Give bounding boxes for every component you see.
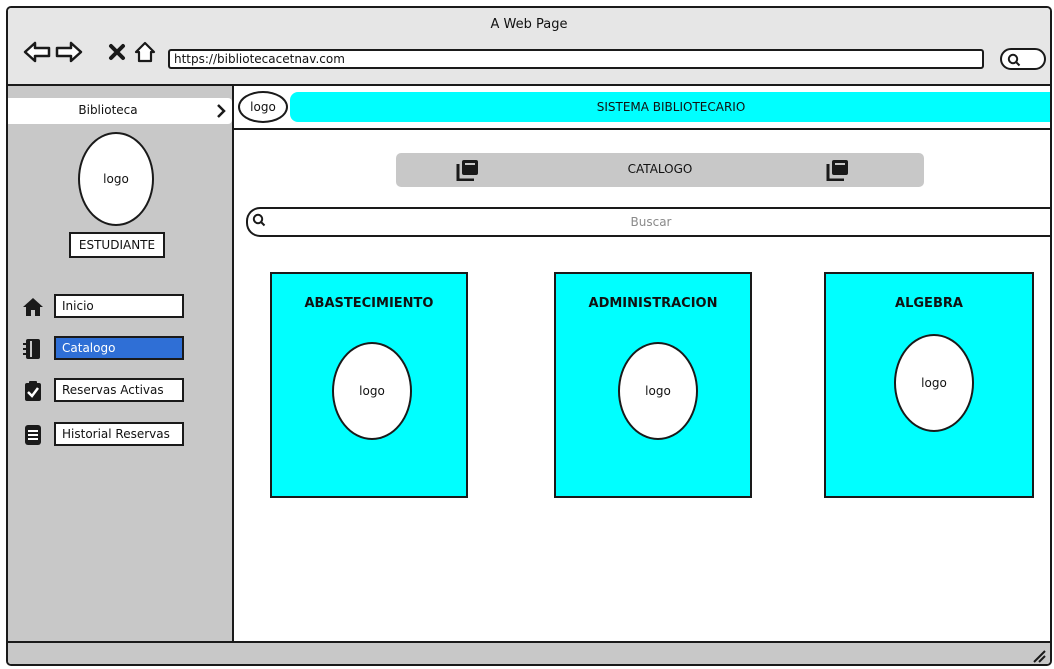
stop-button[interactable] [102, 38, 132, 66]
clipboard-check-icon [25, 381, 41, 401]
main-content: logo SISTEMA BIBLIOTECARIO CATALOGO Busc… [234, 86, 1050, 641]
home-icon [23, 298, 43, 316]
sidebar-item-catalogo[interactable]: Catalogo [22, 336, 188, 362]
catalog-card-algebra[interactable]: ALGEBRA logo [824, 272, 1034, 498]
card-title: ALGEBRA [895, 296, 963, 311]
book-icon [23, 339, 40, 359]
catalog-card-abastecimiento[interactable]: ABASTECIMIENTO logo [270, 272, 468, 498]
sidebar-item-historial-reservas[interactable]: Historial Reservas [22, 422, 188, 448]
header-logo[interactable]: logo [238, 91, 288, 123]
sidebar-title: Biblioteca [78, 103, 138, 117]
sidebar-item-inicio[interactable]: Inicio [22, 294, 188, 320]
search-input[interactable]: Buscar [246, 207, 1050, 237]
sidebar-item-reservas-activas[interactable]: Reservas Activas [22, 378, 188, 404]
browser-window: A Web Page https://bibliotecacetnav.com [6, 6, 1052, 666]
role-label: ESTUDIANTE [69, 232, 165, 258]
card-logo: logo [894, 334, 974, 432]
sidebar-item-label: Catalogo [54, 336, 184, 360]
sidebar-header[interactable]: Biblioteca [8, 98, 232, 124]
back-button[interactable] [22, 38, 52, 66]
sidebar: Biblioteca logo ESTUDIANTE Inicio Catalo [8, 86, 234, 641]
status-bar [8, 641, 1050, 664]
forward-button[interactable] [54, 38, 84, 66]
card-logo: logo [332, 342, 412, 440]
search-placeholder: Buscar [630, 215, 672, 229]
card-logo-label: logo [921, 376, 947, 390]
forward-arrow-icon [55, 41, 83, 63]
card-logo-label: logo [359, 384, 385, 398]
sidebar-item-label: Historial Reservas [54, 422, 184, 446]
books-icon [826, 160, 848, 181]
sidebar-item-label: Inicio [54, 294, 184, 318]
card-logo: logo [618, 342, 698, 440]
window-title: A Web Page [490, 17, 568, 32]
avatar-label: logo [103, 172, 129, 186]
browser-search-button[interactable] [1000, 48, 1046, 70]
header-logo-label: logo [250, 100, 276, 114]
card-title: ABASTECIMIENTO [304, 296, 434, 311]
document-icon [25, 425, 41, 445]
app-header: logo SISTEMA BIBLIOTECARIO [234, 86, 1050, 130]
url-input[interactable]: https://bibliotecacetnav.com [168, 49, 984, 69]
search-icon [1007, 53, 1021, 67]
chevron-right-icon [217, 104, 226, 118]
home-button[interactable] [130, 38, 160, 66]
card-title: ADMINISTRACION [588, 296, 718, 311]
close-icon [109, 44, 125, 60]
avatar: logo [78, 132, 154, 226]
resize-grip-icon[interactable] [1032, 649, 1046, 663]
sidebar-item-label: Reservas Activas [54, 378, 184, 402]
card-logo-label: logo [645, 384, 671, 398]
catalog-header: CATALOGO [396, 153, 924, 187]
browser-toolbar: A Web Page https://bibliotecacetnav.com [8, 8, 1050, 86]
catalog-card-administracion[interactable]: ADMINISTRACION logo [554, 272, 752, 498]
home-outline-icon [134, 41, 156, 63]
back-arrow-icon [23, 41, 51, 63]
page-title: SISTEMA BIBLIOTECARIO [290, 92, 1050, 122]
